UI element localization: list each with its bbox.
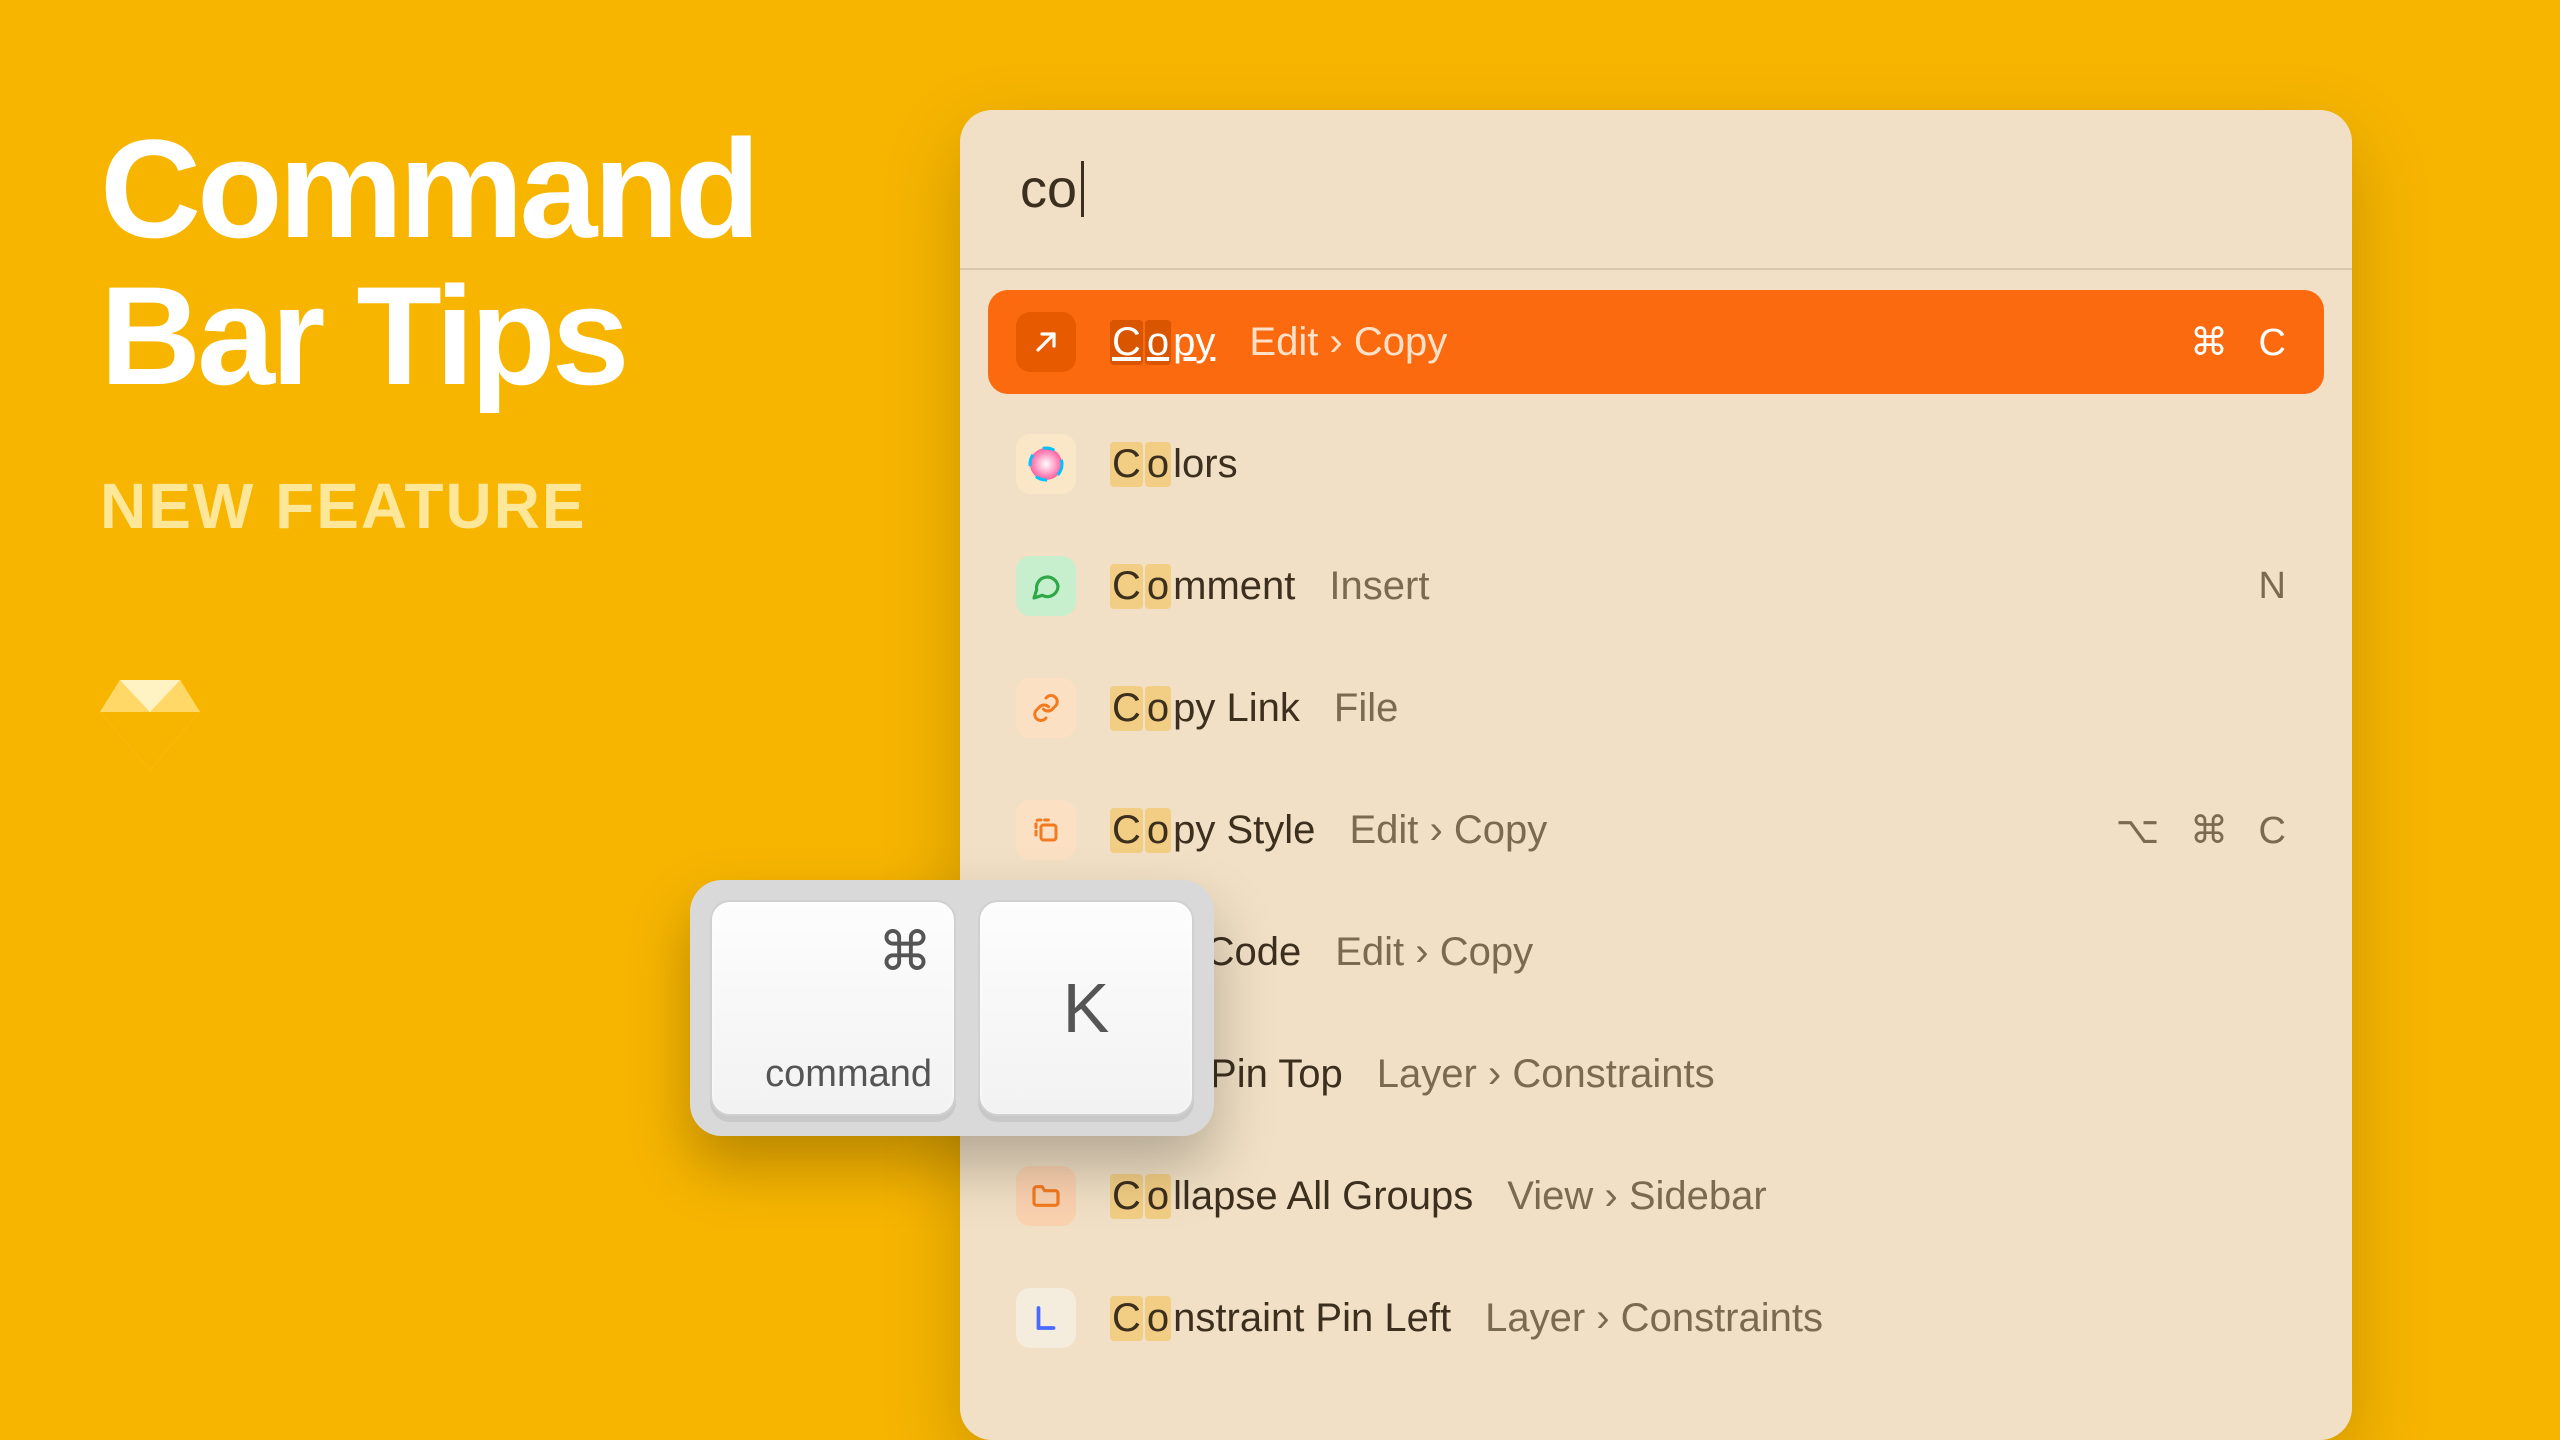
result-path: Insert [1329,564,1429,609]
style-box-icon [1016,800,1076,860]
command-glyph-icon: ⌘ [734,920,932,983]
link-icon [1016,678,1076,738]
result-item[interactable]: Copy Edit › Copy ⌘ C [988,290,2324,394]
k-key: K [978,900,1194,1116]
result-path: Edit › Copy [1335,930,1533,975]
hero-title-line2: Bar Tips [100,262,756,409]
color-wheel-icon [1016,434,1076,494]
result-label: Constraint Pin Left [1110,1296,1451,1341]
result-item[interactable]: Colors [988,412,2324,516]
command-key-label: command [734,1053,932,1096]
result-item[interactable]: Comment Insert N [988,534,2324,638]
result-label: Collapse All Groups [1110,1174,1473,1219]
result-item[interactable]: Collapse All Groups View › Sidebar [988,1144,2324,1248]
sketch-logo-icon [100,680,200,770]
result-path: File [1334,686,1398,731]
search-input[interactable]: co [1020,158,1084,220]
comment-icon [1016,556,1076,616]
result-item[interactable]: Copy Link File [988,656,2324,760]
result-path: Edit › Copy [1249,320,1447,365]
folder-icon [1016,1166,1076,1226]
k-key-label: K [1063,968,1110,1048]
result-path: Layer › Constraints [1377,1052,1715,1097]
result-label: Comment [1110,564,1295,609]
search-row[interactable]: co [960,110,2352,270]
result-item[interactable]: Constraint Pin Left Layer › Constraints [988,1266,2324,1370]
search-text: co [1020,158,1077,220]
pin-left-icon [1016,1288,1076,1348]
hero-text: Command Bar Tips NEW FEATURE [100,115,756,543]
result-path: Edit › Copy [1349,808,1547,853]
hero-title-line1: Command [100,115,756,262]
results-list: CopyEdit › Copy⌘ CColorsCommentInsertNCo… [960,270,2352,1370]
text-caret-icon [1081,161,1084,217]
command-key: ⌘ command [710,900,956,1116]
result-shortcut: ⌘ C [2190,320,2296,365]
keyboard-shortcut-graphic: ⌘ command K [690,880,1214,1136]
result-path: View › Sidebar [1507,1174,1766,1219]
result-shortcut: ⌥ ⌘ C [2116,808,2296,853]
command-palette: co Copy Edit › Copy ⌘ C Colors Comment Insert… [960,110,2352,1440]
arrow-up-right-icon [1016,312,1076,372]
result-shortcut: N [2259,565,2296,608]
result-item[interactable]: Copy Style Edit › Copy ⌥ ⌘ C [988,778,2324,882]
result-label: Copy [1110,320,1215,365]
hero-subtitle: NEW FEATURE [100,469,756,543]
result-label: Copy Link [1110,686,1300,731]
result-path: Layer › Constraints [1485,1296,1823,1341]
result-label: Colors [1110,442,1238,487]
result-label: Copy Style [1110,808,1315,853]
